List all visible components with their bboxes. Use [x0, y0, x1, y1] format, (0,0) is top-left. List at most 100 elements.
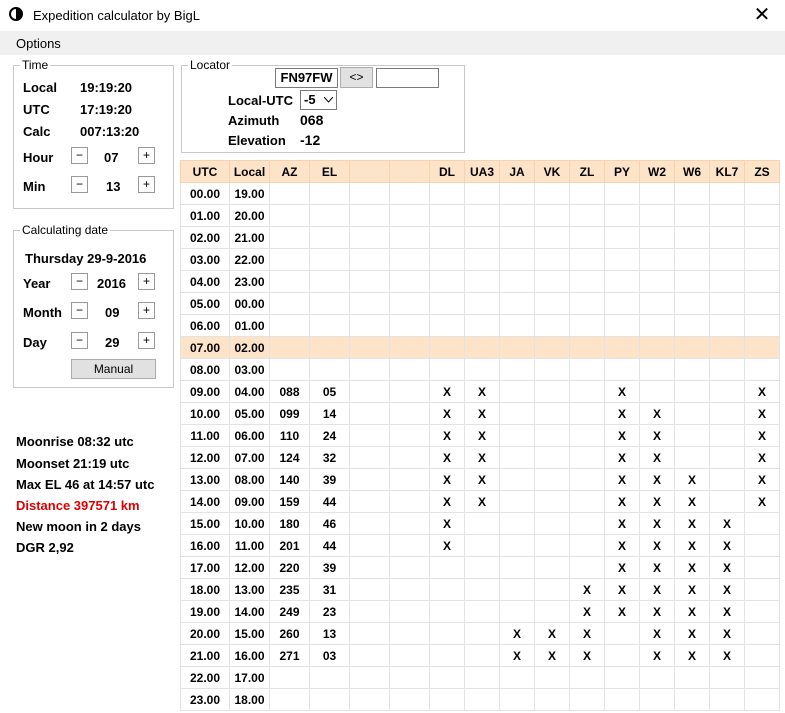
- table-cell: [709, 270, 745, 293]
- moonset-text: Moonset 21:19 utc: [16, 456, 130, 471]
- close-icon[interactable]: ✕: [739, 0, 785, 31]
- hour-decrement-button[interactable]: −: [71, 147, 88, 164]
- table-cell: 44: [309, 534, 350, 557]
- table-cell: 07.00: [180, 336, 230, 359]
- table-cell: X: [604, 600, 640, 623]
- table-cell: 22.00: [180, 666, 230, 689]
- table-cell: 235: [269, 578, 310, 601]
- month-increment-button[interactable]: +: [138, 302, 155, 319]
- table-cell: [709, 204, 745, 227]
- table-cell: X: [464, 468, 500, 491]
- swap-locator-button[interactable]: <>: [340, 67, 373, 88]
- day-label: Day: [23, 335, 47, 350]
- table-cell: 05.00: [229, 402, 270, 425]
- table-cell: [744, 556, 780, 579]
- table-cell: [674, 336, 710, 359]
- month-decrement-button[interactable]: −: [71, 302, 88, 319]
- table-cell: [534, 468, 570, 491]
- hour-value[interactable]: 07: [104, 150, 118, 165]
- table-cell: [309, 666, 350, 689]
- table-cell: [534, 446, 570, 469]
- table-cell: [429, 666, 465, 689]
- table-cell: [674, 380, 710, 403]
- table-cell: [349, 446, 390, 469]
- table-cell: 12.00: [180, 446, 230, 469]
- table-cell: [464, 600, 500, 623]
- table-cell: [429, 336, 465, 359]
- table-cell: X: [744, 468, 780, 491]
- table-cell: [389, 578, 430, 601]
- table-row: 02.00 21.00: [180, 226, 780, 249]
- min-value[interactable]: 13: [106, 179, 120, 194]
- year-increment-button[interactable]: +: [138, 273, 155, 290]
- table-cell: 10.00: [229, 512, 270, 535]
- table-cell: [429, 270, 465, 293]
- table-cell: [269, 204, 310, 227]
- table-header-cell: UTC: [180, 160, 230, 183]
- month-value[interactable]: 09: [105, 305, 119, 320]
- calc-time-value: 007:13:20: [80, 124, 140, 139]
- table-row: 05.00 00.00: [180, 292, 780, 315]
- day-decrement-button[interactable]: −: [71, 332, 88, 349]
- table-cell: [639, 666, 675, 689]
- table-cell: 13.00: [229, 578, 270, 601]
- day-increment-button[interactable]: +: [138, 332, 155, 349]
- min-decrement-button[interactable]: −: [71, 176, 88, 193]
- manual-button[interactable]: Manual: [71, 359, 156, 379]
- year-value[interactable]: 2016: [97, 276, 126, 291]
- table-cell: [389, 270, 430, 293]
- table-cell: 099: [269, 402, 310, 425]
- time-legend: Time: [22, 58, 49, 72]
- table-cell: 11.00: [229, 534, 270, 557]
- new-moon-text: New moon in 2 days: [16, 519, 141, 534]
- table-cell: [709, 468, 745, 491]
- table-cell: [709, 336, 745, 359]
- table-cell: [709, 292, 745, 315]
- table-cell: 46: [309, 512, 350, 535]
- table-cell: 15.00: [180, 512, 230, 535]
- table-cell: [534, 248, 570, 271]
- table-cell: 180: [269, 512, 310, 535]
- day-value[interactable]: 29: [105, 335, 119, 350]
- table-cell: [744, 358, 780, 381]
- table-cell: [709, 182, 745, 205]
- table-cell: [569, 358, 605, 381]
- table-cell: [464, 622, 500, 645]
- table-cell: X: [639, 490, 675, 513]
- table-cell: 124: [269, 446, 310, 469]
- table-cell: [269, 688, 310, 711]
- table-row: 13.00 08.00 140 39 X X X X X X: [180, 468, 780, 491]
- elevation-value: -12: [300, 132, 321, 148]
- table-cell: 11.00: [180, 424, 230, 447]
- month-label: Month: [23, 305, 62, 320]
- calc-date-text: Thursday 29-9-2016: [25, 251, 147, 266]
- table-cell: 07.00: [229, 446, 270, 469]
- table-cell: 14.00: [229, 600, 270, 623]
- min-increment-button[interactable]: +: [138, 176, 155, 193]
- table-cell: [499, 314, 535, 337]
- table-cell: [464, 226, 500, 249]
- locator-input[interactable]: FN97FW: [275, 68, 338, 88]
- table-cell: [349, 226, 390, 249]
- table-cell: 19.00: [180, 600, 230, 623]
- window-title: Expedition calculator by BigL: [33, 8, 200, 23]
- hour-increment-button[interactable]: +: [138, 147, 155, 164]
- year-decrement-button[interactable]: −: [71, 273, 88, 290]
- table-cell: [309, 182, 350, 205]
- table-cell: [349, 644, 390, 667]
- table-cell: X: [744, 490, 780, 513]
- local-utc-select[interactable]: -5: [300, 90, 337, 110]
- table-cell: [464, 534, 500, 557]
- table-cell: [499, 468, 535, 491]
- table-cell: [534, 226, 570, 249]
- table-cell: [349, 556, 390, 579]
- menu-options[interactable]: Options: [16, 36, 61, 51]
- table-cell: 39: [309, 468, 350, 491]
- table-header-cell: W2: [639, 160, 675, 183]
- table-cell: X: [639, 622, 675, 645]
- second-locator-input[interactable]: [376, 68, 439, 88]
- table-cell: [709, 358, 745, 381]
- table-cell: [569, 204, 605, 227]
- table-cell: 06.00: [180, 314, 230, 337]
- table-header-cell: DL: [429, 160, 465, 183]
